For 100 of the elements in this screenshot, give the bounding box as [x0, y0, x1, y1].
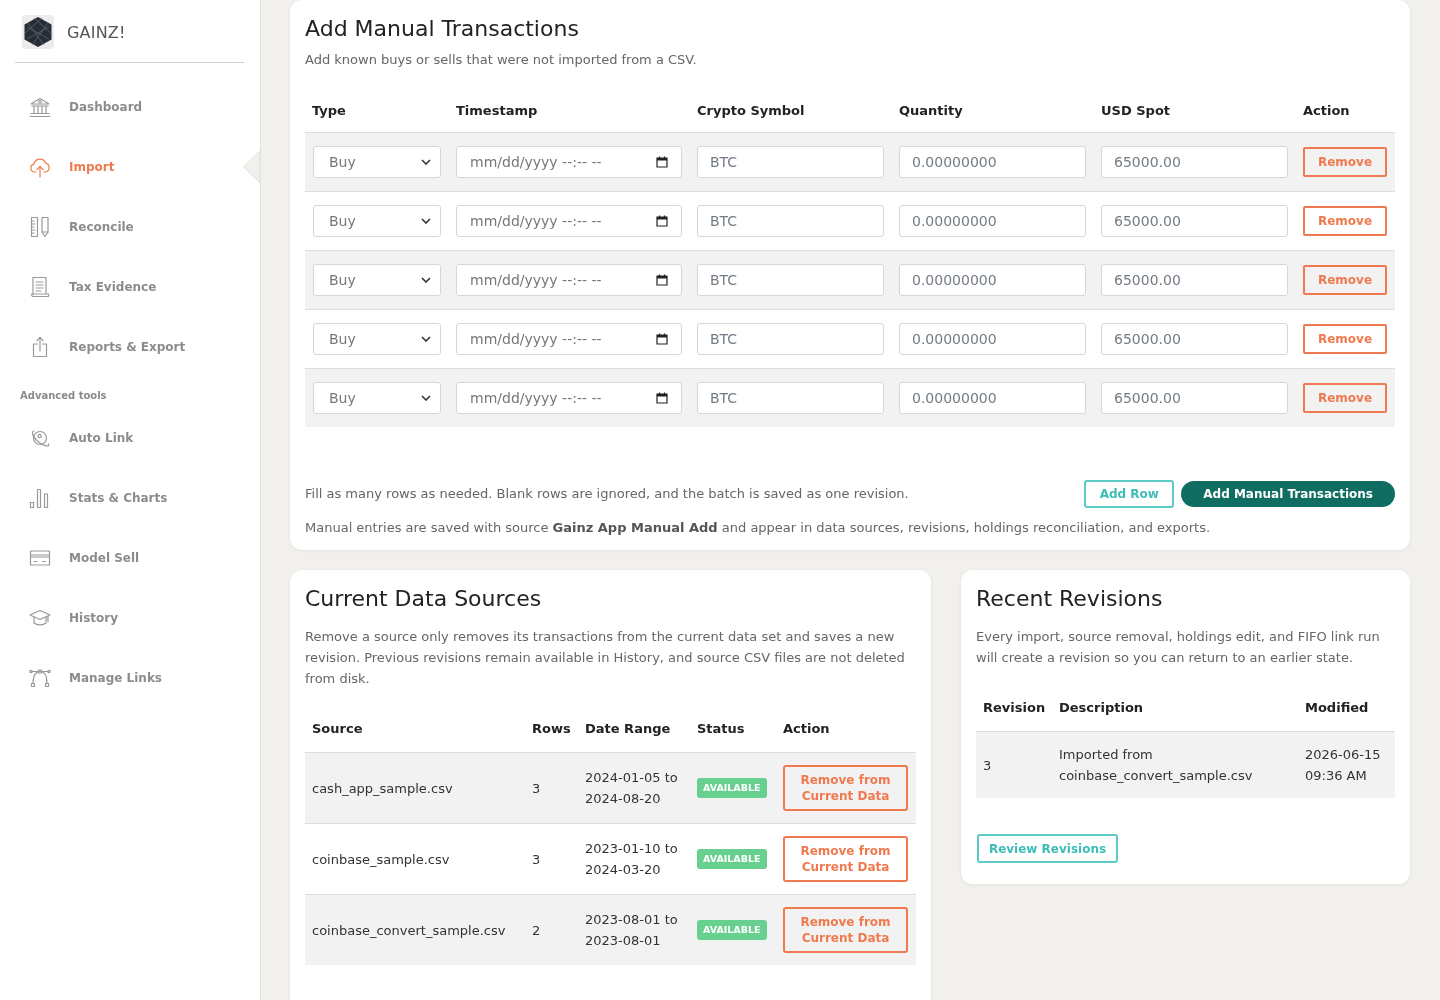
logo-icon — [22, 15, 54, 49]
table-cell-text: Imported from coinbase_convert_sample.csv — [1058, 746, 1254, 785]
remove-button[interactable]: Remove — [1303, 324, 1387, 354]
chevron-down-icon — [421, 159, 431, 165]
column-header: Rows — [531, 721, 572, 736]
table-cell-text: 3 — [531, 850, 542, 869]
remove-button[interactable]: Remove — [1303, 383, 1387, 413]
usd-spot-input[interactable]: 65000.00 — [1101, 382, 1288, 414]
column-header: Quantity — [898, 102, 964, 118]
help-text: Fill as many rows as needed. Blank rows are ignored, and the batch is saved as one revision. — [305, 485, 909, 503]
symbol-input[interactable]: BTC — [697, 382, 884, 414]
nav-item[interactable]: Import — [15, 137, 260, 197]
footnote-text: Manual entries are saved with source Gainz App Manual Add and appear in data sources, revisions, holdings reconciliation, and exports. — [305, 519, 1212, 537]
calendar-icon — [656, 215, 668, 227]
calendar-icon — [656, 274, 668, 286]
status-badge: AVAILABLE — [697, 778, 767, 798]
document-icon — [28, 275, 52, 299]
table-cell-text: coinbase_convert_sample.csv — [311, 921, 507, 940]
datetime-input[interactable]: mm/dd/yyyy --:-- -- — [456, 323, 682, 355]
column-header: Description — [1058, 700, 1145, 715]
card-subtitle: Add known buys or sells that were not imported from a CSV. — [305, 51, 698, 69]
type-select[interactable]: Buy — [313, 205, 441, 237]
calendar-icon — [656, 333, 668, 345]
status-badge: AVAILABLE — [697, 920, 767, 940]
bezier-curve-icon — [28, 666, 52, 690]
quantity-input[interactable]: 0.00000000 — [899, 264, 1086, 296]
card-description: Remove a source only removes its transactions from the current data set and saves a new revision. Previous revisions remain available in History, and source CSV files are not deleted from disk. — [305, 628, 906, 688]
datetime-input[interactable]: mm/dd/yyyy --:-- -- — [456, 264, 682, 296]
calendar-icon — [656, 392, 668, 404]
column-header: Timestamp — [455, 102, 539, 118]
cloud-upload-icon — [28, 155, 52, 179]
card-title: Current Data Sources — [305, 585, 543, 613]
submit-button[interactable]: Add Manual Transactions — [1181, 481, 1395, 507]
column-header: Source — [311, 721, 364, 736]
remove-source-button[interactable]: Remove from Current Data — [783, 836, 908, 882]
type-select[interactable]: Buy — [313, 264, 441, 296]
column-header: Date Range — [584, 721, 672, 736]
usd-spot-input[interactable]: 65000.00 — [1101, 205, 1288, 237]
symbol-input[interactable]: BTC — [697, 323, 884, 355]
nav-item[interactable]: History — [15, 588, 260, 648]
column-header: Revision — [982, 700, 1047, 715]
review-revisions-button[interactable]: Review Revisions — [977, 834, 1118, 863]
table-cell-text: cash_app_sample.csv — [311, 779, 454, 798]
quantity-input[interactable]: 0.00000000 — [899, 323, 1086, 355]
table-cell-text: 2 — [531, 921, 542, 940]
type-select[interactable]: Buy — [313, 382, 441, 414]
quantity-input[interactable]: 0.00000000 — [899, 205, 1086, 237]
usd-spot-input[interactable]: 65000.00 — [1101, 264, 1288, 296]
datetime-input[interactable]: mm/dd/yyyy --:-- -- — [456, 205, 682, 237]
card-description: Every import, source removal, holdings edit, and FIFO link run will create a revision so you can return to an earlier state. — [976, 628, 1381, 667]
column-header: Crypto Symbol — [696, 102, 806, 118]
remove-source-button[interactable]: Remove from Current Data — [783, 765, 908, 811]
nav-item[interactable]: Stats & Charts — [15, 468, 260, 528]
datetime-input[interactable]: mm/dd/yyyy --:-- -- — [456, 146, 682, 178]
datetime-input[interactable]: mm/dd/yyyy --:-- -- — [456, 382, 682, 414]
ruler-pencil-icon — [28, 215, 52, 239]
bank-icon — [28, 95, 52, 119]
card-title: Add Manual Transactions — [305, 15, 580, 43]
column-header: Action — [782, 721, 831, 736]
chevron-down-icon — [421, 277, 431, 283]
column-header: Status — [696, 721, 746, 736]
symbol-input[interactable]: BTC — [697, 264, 884, 296]
column-header: Type — [311, 102, 347, 118]
symbol-input[interactable]: BTC — [697, 205, 884, 237]
brand-name: GAINZ! — [67, 22, 126, 42]
table-cell-text: 3 — [982, 756, 993, 775]
table-cell-text: 2024-01-05 to 2024-08-20 — [584, 769, 679, 808]
section-heading: Advanced tools — [19, 389, 108, 403]
nav-item[interactable]: Tax Evidence — [15, 257, 260, 317]
remove-button[interactable]: Remove — [1303, 206, 1387, 236]
nav-item[interactable]: Auto Link — [15, 408, 260, 468]
nav-item[interactable]: Manage Links — [15, 648, 260, 708]
remove-button[interactable]: Remove — [1303, 147, 1387, 177]
nav-item[interactable]: Model Sell — [15, 528, 260, 588]
symbol-input[interactable]: BTC — [697, 146, 884, 178]
card-title: Recent Revisions — [976, 585, 1164, 613]
add-row-button[interactable]: Add Row — [1084, 480, 1175, 508]
nav-item[interactable]: Reconcile — [15, 197, 260, 257]
chevron-down-icon — [421, 395, 431, 401]
usd-spot-input[interactable]: 65000.00 — [1101, 323, 1288, 355]
chevron-down-icon — [421, 218, 431, 224]
nav-item[interactable]: Reports & Export — [15, 317, 260, 377]
chevron-down-icon — [421, 336, 431, 342]
column-header: Modified — [1304, 700, 1370, 715]
quantity-input[interactable]: 0.00000000 — [899, 146, 1086, 178]
type-select[interactable]: Buy — [313, 146, 441, 178]
table-cell-text: 2023-01-10 to 2024-03-20 — [584, 840, 679, 879]
nav-item[interactable]: Dashboard — [15, 77, 260, 137]
status-badge: AVAILABLE — [697, 849, 767, 869]
table-cell-text: 2023-08-01 to 2023-08-01 — [584, 911, 679, 950]
table-cell-text: 2026-06-15 09:36 AM — [1304, 746, 1382, 785]
remove-source-button[interactable]: Remove from Current Data — [783, 907, 908, 953]
calendar-icon — [656, 156, 668, 168]
column-header: Action — [1302, 102, 1351, 118]
table-cell-text: 3 — [531, 779, 542, 798]
table-cell-text: coinbase_sample.csv — [311, 850, 451, 869]
quantity-input[interactable]: 0.00000000 — [899, 382, 1086, 414]
usd-spot-input[interactable]: 65000.00 — [1101, 146, 1288, 178]
type-select[interactable]: Buy — [313, 323, 441, 355]
remove-button[interactable]: Remove — [1303, 265, 1387, 295]
